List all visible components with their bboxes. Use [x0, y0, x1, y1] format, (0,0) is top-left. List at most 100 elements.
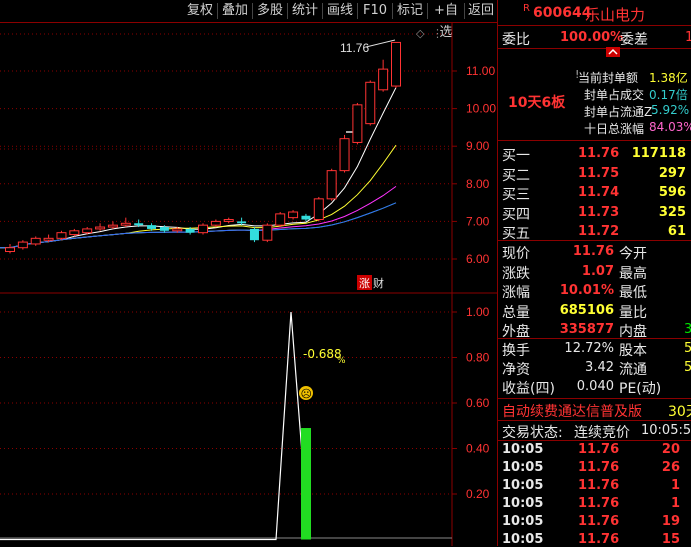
tick-time: 10:05: [502, 460, 544, 475]
price-axis: 11.00 10.00 9.00 8.00 7.00 6.00 1.00 0.80 0.60 0.…: [452, 64, 496, 501]
promo-banner[interactable]: 自动续费通达信普及版: [502, 401, 642, 421]
quote-value: 1.07: [581, 263, 614, 279]
candle-body: [82, 228, 93, 234]
bid-price[interactable]: 11.72: [578, 224, 619, 239]
tick-price: 11.76: [578, 442, 620, 457]
fund-label: 换手: [502, 343, 530, 359]
candle-body: [5, 247, 15, 252]
sad-face-glyph: ☹: [301, 388, 312, 401]
quote-value: 335877: [559, 322, 614, 337]
quote-label: 涨跌: [502, 265, 530, 282]
candle-body: [107, 224, 118, 228]
bid-price[interactable]: 11.76: [578, 146, 619, 161]
chart-area[interactable]: 11.00 10.00 9.00 8.00 7.00 6.00 1.00 0.80 0.60 0.…: [0, 22, 497, 546]
bid-label: 买一: [502, 148, 530, 164]
bid-volume: 596: [658, 185, 686, 200]
back-button[interactable]: 返回: [465, 0, 497, 22]
quote-label: 涨幅: [502, 285, 530, 301]
indicator-tick-label: 0.80: [466, 351, 490, 365]
seal-turnover-value: 0.17倍: [649, 88, 688, 102]
tick-price: 11.76: [578, 496, 620, 511]
ten-day-gain-value: 84.03%: [649, 120, 691, 134]
draw-line-button[interactable]: 画线: [323, 0, 357, 22]
collapse-arrow-icon[interactable]: [606, 47, 620, 57]
tick-price: 11.76: [578, 478, 620, 493]
multi-stock-button[interactable]: 多股: [253, 0, 287, 22]
fund-value: 3.42: [585, 360, 614, 375]
weibi-label: 委比: [502, 32, 530, 48]
weibi-value: 100.00%: [560, 30, 624, 45]
seal-amount-value: 1.38亿: [649, 71, 688, 85]
tick-volume: 1: [670, 478, 680, 493]
candle-body: [30, 237, 41, 245]
cai-badge-label[interactable]: 财: [373, 276, 384, 290]
candle-body: [172, 228, 183, 232]
tick-time: 10:05: [502, 442, 544, 457]
zhang-badge-label: 涨: [359, 277, 370, 290]
candle-body: [365, 81, 376, 125]
indicator-line: [0, 311, 304, 541]
price-tick-label: 9.00: [466, 139, 490, 153]
candle-body: [275, 213, 286, 226]
seal-turnover-label: 封单占成交: [584, 88, 645, 102]
tick-price: 11.76: [578, 514, 620, 529]
bid-volume: 61: [667, 224, 686, 239]
candle-body: [262, 224, 273, 241]
ellipsis-icon[interactable]: ⋮: [432, 27, 443, 40]
tick-volume: 26: [661, 460, 680, 475]
bid-price[interactable]: 11.73: [578, 205, 619, 220]
indicator-unit: %: [337, 356, 346, 366]
bid-price[interactable]: 11.75: [578, 166, 619, 181]
price-tick-label: 10.00: [466, 102, 496, 116]
fund-label: 净资: [502, 362, 530, 378]
weicha-label: 委差: [620, 32, 648, 48]
chart-toolbar: 复权 叠加 多股 统计 画线 F10 标记 +自选 返回: [0, 0, 497, 40]
stock-name: 乐山电力: [585, 6, 646, 24]
candle-body: [378, 68, 389, 91]
fund-label-2: PE(动): [619, 381, 662, 397]
price-tick-label: 11.00: [466, 64, 495, 78]
candle-body: [313, 198, 324, 221]
indicator-tick-label: 0.20: [466, 487, 490, 501]
limit-up-badge: 10天6板: [508, 95, 566, 111]
max-price-label: 11.76: [340, 41, 369, 55]
fund-value-2: 5: [684, 360, 691, 375]
candle-body: [147, 225, 157, 229]
mark-button[interactable]: 标记: [393, 0, 427, 22]
fund-label: 收益(四): [502, 381, 555, 397]
overlay-button[interactable]: 叠加: [218, 0, 252, 22]
candle-body: [120, 222, 131, 226]
candle-body: [56, 232, 67, 239]
quote-label-2: 今开: [619, 246, 647, 262]
fuquan-button[interactable]: 复权: [183, 0, 217, 22]
tick-volume: 1: [670, 496, 680, 511]
bid-price[interactable]: 11.74: [578, 185, 619, 200]
f10-button[interactable]: F10: [358, 0, 392, 22]
indicator-tick-label: 1.00: [466, 305, 490, 319]
promo-extra: 30天: [668, 404, 691, 420]
indicator-value: -0.688: [303, 347, 342, 361]
trade-status-value: 连续竞价: [574, 425, 630, 441]
quote-label-2: 最低: [619, 285, 647, 301]
quote-label-2: 量比: [619, 304, 647, 321]
info-icon: !: [575, 68, 580, 81]
price-tick-label: 7.00: [466, 214, 490, 228]
quote-value: 10.01%: [559, 283, 614, 298]
header-tag: R: [523, 3, 530, 14]
candle-body: [210, 220, 221, 226]
trade-status-label: 交易状态:: [502, 425, 563, 441]
seal-float-label: 封单占流通Z: [584, 105, 653, 119]
tick-time: 10:05: [502, 496, 544, 511]
candle-body: [159, 227, 169, 231]
indicator-tick-label: 0.40: [466, 442, 490, 456]
bid-label: 买四: [502, 206, 530, 223]
add-watchlist-button[interactable]: +自选: [428, 0, 464, 40]
diamond-icon[interactable]: ◇: [416, 27, 425, 40]
tick-time: 10:05: [502, 514, 544, 529]
stats-button[interactable]: 统计: [288, 0, 322, 22]
tick-volume: 20: [661, 442, 680, 457]
weicha-value: 1: [685, 30, 691, 45]
candle-body: [43, 237, 54, 241]
tick-time: 10:05: [502, 532, 544, 547]
candle-body: [134, 223, 144, 226]
